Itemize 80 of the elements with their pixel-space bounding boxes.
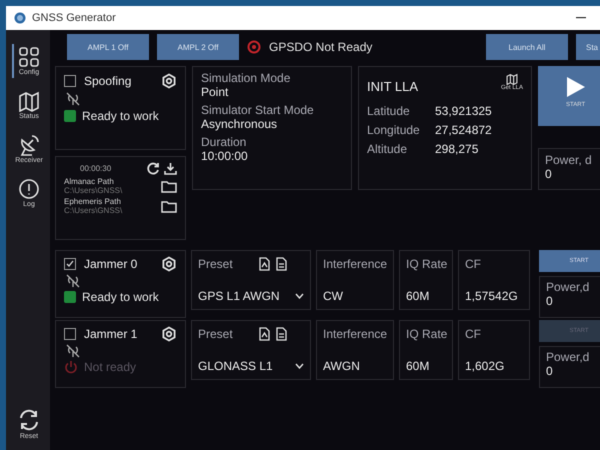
field-label: Latitude	[367, 104, 411, 118]
path-label: Almanac Path	[64, 177, 115, 186]
antenna-off-icon	[66, 344, 80, 358]
field-label: IQ Rate	[406, 257, 446, 271]
field-label: Power, d	[545, 153, 593, 167]
field-value: Asynchronous	[201, 117, 278, 131]
toolbar-button[interactable]: AMPL 1 Off	[67, 34, 149, 60]
app-logo-icon	[14, 12, 26, 24]
field-value: 53,921325	[435, 104, 492, 118]
field-label: Interference	[323, 257, 387, 271]
status-text: Ready to work	[82, 290, 159, 304]
gpsdo-status: GPSDO Not Ready	[269, 40, 372, 54]
field-value: 1,57542G	[465, 289, 519, 303]
field-value: 0	[545, 167, 553, 181]
settings-icon[interactable]	[161, 73, 177, 89]
toolbar-button[interactable]: Sta	[576, 34, 600, 60]
device-title: Spoofing	[84, 74, 132, 88]
antenna-off-icon	[66, 92, 80, 106]
file-icon[interactable]	[276, 327, 287, 341]
info-icon	[18, 178, 40, 200]
checkbox[interactable]	[64, 328, 76, 340]
settings-icon[interactable]	[161, 256, 177, 272]
field-value: 60M	[406, 289, 430, 303]
antenna-off-icon	[66, 274, 80, 288]
file-icon[interactable]	[258, 327, 270, 341]
field-label: Power,d	[546, 280, 590, 294]
preset-dropdown[interactable]: GPS L1 AWGN	[198, 289, 304, 303]
field-value: 10:00:00	[201, 149, 249, 163]
status-text: Not ready	[84, 360, 136, 374]
status-text: Ready to work	[82, 109, 159, 123]
field-value: CW	[323, 289, 344, 303]
time-text: 00:00:30	[80, 164, 112, 173]
field-value: 1,602G	[465, 359, 506, 373]
field-value: AWGN	[323, 359, 361, 373]
grid-icon	[18, 46, 40, 68]
chevron-down-icon	[295, 363, 304, 369]
field-label: Preset	[198, 257, 233, 271]
chevron-down-icon	[295, 293, 304, 299]
field-label: Simulator Start Mode	[201, 103, 315, 117]
file-icon[interactable]	[276, 257, 287, 271]
field-value: 0	[546, 364, 554, 378]
path-value: C:\Users\GNSS\	[64, 206, 122, 215]
map-icon	[18, 90, 40, 112]
download-icon[interactable]	[164, 162, 177, 175]
field-label: Simulation Mode	[201, 71, 292, 85]
file-icon[interactable]	[258, 257, 270, 271]
checkbox[interactable]	[64, 75, 76, 87]
window-title: GNSS Generator	[32, 12, 116, 24]
field-label: IQ Rate	[406, 327, 446, 341]
field-label: CF	[465, 327, 482, 341]
refresh-icon	[17, 408, 41, 432]
satellite-dish-icon	[18, 134, 40, 156]
field-value: 298,275	[435, 142, 478, 156]
field-label: Preset	[198, 327, 233, 341]
field-label: Longitude	[367, 123, 421, 137]
map-icon	[506, 73, 518, 85]
path-label: Ephemeris Path	[64, 197, 122, 206]
field-label: CF	[465, 257, 482, 271]
refresh-icon[interactable]	[147, 162, 160, 175]
field-value: 27,524872	[435, 123, 492, 137]
field-label: Altitude	[367, 142, 408, 156]
toolbar-button[interactable]: Launch All	[486, 34, 568, 60]
device-title: Jammer 1	[84, 327, 138, 341]
folder-icon[interactable]	[161, 180, 177, 192]
field-label: Duration	[201, 135, 248, 149]
preset-dropdown[interactable]: GLONASS L1	[198, 359, 304, 373]
field-label: Interference	[323, 327, 387, 341]
device-title: Jammer 0	[84, 257, 138, 271]
panel-title: INIT LLA	[367, 78, 418, 94]
checkbox[interactable]	[64, 258, 76, 270]
settings-icon[interactable]	[161, 326, 177, 342]
play-icon	[566, 76, 586, 98]
path-value: C:\Users\GNSS\	[64, 186, 122, 195]
field-value: 60M	[406, 359, 430, 373]
field-label: Power,d	[546, 350, 590, 364]
folder-icon[interactable]	[161, 200, 177, 212]
field-value: 0	[546, 294, 554, 308]
field-value: Point	[201, 85, 230, 99]
toolbar-button[interactable]: AMPL 2 Off	[157, 34, 239, 60]
minimize-icon[interactable]	[576, 17, 586, 19]
